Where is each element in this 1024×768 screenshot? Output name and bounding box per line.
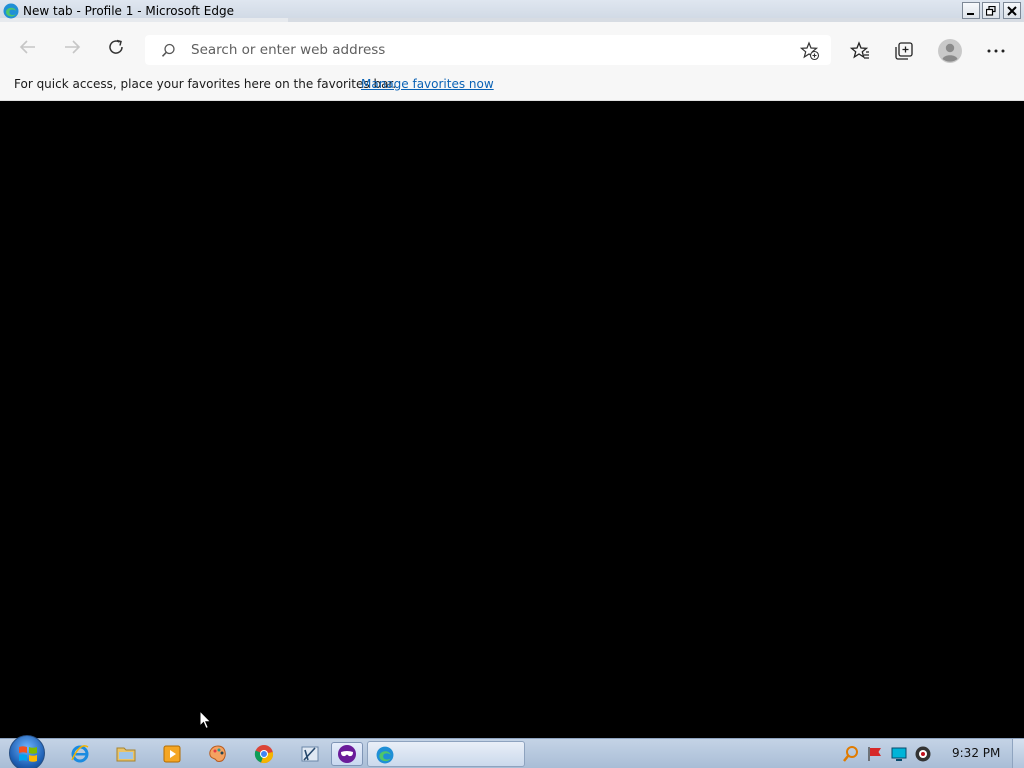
taskbar-file-explorer[interactable] (108, 742, 144, 766)
scissors-icon (301, 746, 319, 762)
media-player-icon (163, 745, 181, 763)
desktop-screen: New tab - Profile 1 - Microsoft Edge Sea… (0, 0, 1024, 768)
folder-icon (116, 747, 136, 762)
favorites-bar: For quick access, place your favorites h… (0, 70, 1024, 101)
internet-explorer-icon (71, 745, 89, 763)
volume-tray-icon[interactable] (914, 745, 932, 763)
magnifier-tray-icon[interactable] (842, 745, 860, 763)
close-button[interactable] (1003, 2, 1021, 19)
paint-palette-icon (209, 745, 226, 762)
windows-logo-icon (19, 746, 37, 762)
profile-avatar-icon[interactable] (937, 38, 963, 64)
edge-logo-icon (3, 3, 19, 19)
start-button[interactable] (9, 735, 45, 768)
taskbar-chrome[interactable] (246, 742, 282, 766)
taskbar-edge-window[interactable] (367, 741, 525, 767)
manage-favorites-link[interactable]: Manage favorites now (361, 77, 494, 91)
mouse-cursor-icon (199, 710, 212, 730)
back-button[interactable] (13, 32, 43, 62)
arrow-right-icon (65, 40, 81, 54)
collections-icon[interactable] (893, 40, 915, 62)
taskbar-paint-app[interactable] (200, 742, 236, 766)
favorites-bar-message: For quick access, place your favorites h… (14, 77, 397, 91)
restore-button[interactable] (982, 2, 1000, 19)
favorites-icon[interactable] (849, 40, 871, 62)
refresh-icon (109, 39, 123, 54)
window-titlebar[interactable]: New tab - Profile 1 - Microsoft Edge (0, 0, 1024, 22)
taskbar-internet-explorer[interactable] (62, 742, 98, 766)
network-tray-icon[interactable] (890, 745, 908, 763)
window-title: New tab - Profile 1 - Microsoft Edge (23, 4, 234, 18)
taskbar-snipping-tool[interactable] (292, 742, 328, 766)
taskbar: 9:32 PM (0, 735, 1024, 768)
page-content[interactable] (0, 101, 1024, 738)
edge-logo-icon (376, 746, 394, 764)
taskbar-clock[interactable]: 9:32 PM (952, 746, 1000, 760)
mask-icon (338, 745, 356, 763)
search-icon (161, 43, 175, 57)
address-input[interactable] (191, 39, 781, 61)
add-favorite-icon[interactable] (800, 41, 820, 61)
address-bar[interactable] (145, 35, 831, 65)
taskbar-vpn-app[interactable] (331, 742, 363, 766)
forward-button[interactable] (57, 32, 87, 62)
flag-tray-icon[interactable] (866, 745, 884, 763)
minimize-button[interactable] (962, 2, 980, 19)
show-desktop-button[interactable] (1012, 739, 1024, 768)
refresh-button[interactable] (101, 32, 131, 62)
arrow-left-icon (19, 40, 35, 54)
more-options-icon[interactable] (985, 40, 1007, 62)
taskbar-media-player[interactable] (154, 742, 190, 766)
chrome-icon (254, 745, 274, 764)
